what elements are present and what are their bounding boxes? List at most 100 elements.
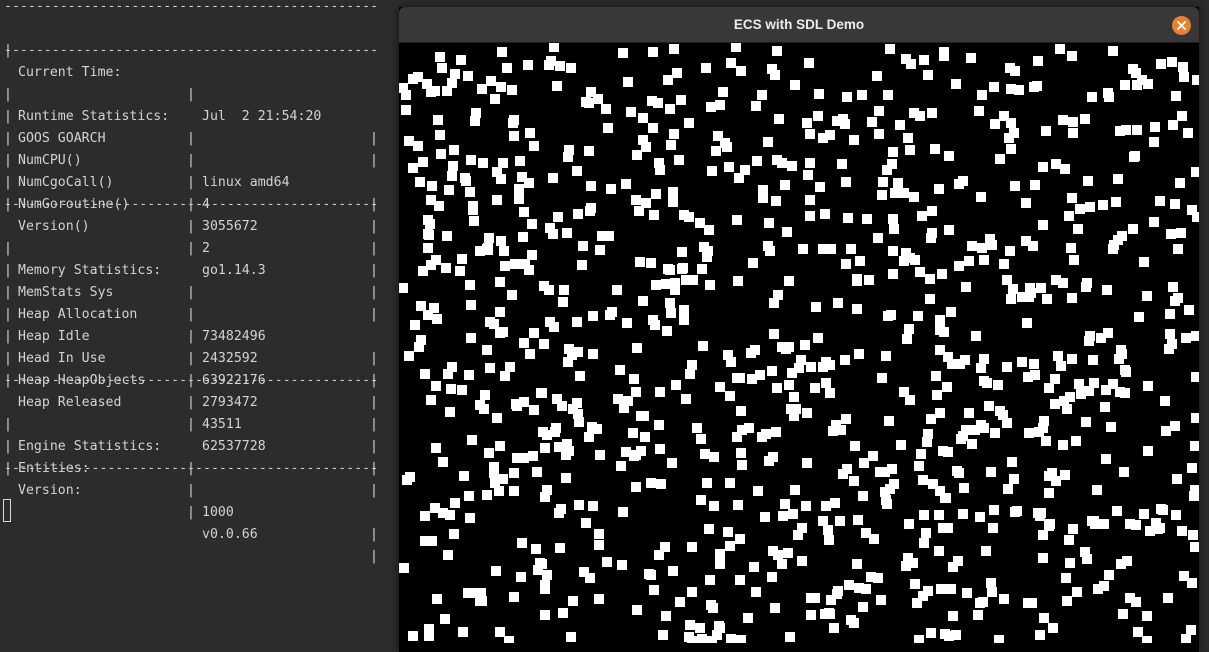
entity-square xyxy=(418,157,428,167)
entity-square xyxy=(838,469,848,479)
entity-square xyxy=(629,451,639,461)
terminal-window[interactable]: ----------------------------------------… xyxy=(0,0,392,652)
entity-square xyxy=(1119,467,1129,477)
entity-square xyxy=(466,300,476,310)
entity-square xyxy=(1183,128,1193,138)
entity-square xyxy=(780,499,790,509)
entity-square xyxy=(414,342,424,352)
entity-square xyxy=(986,578,996,588)
entity-square xyxy=(1092,485,1102,495)
entity-square xyxy=(1068,117,1078,127)
entity-square xyxy=(942,382,952,392)
entity-square xyxy=(1103,88,1113,98)
window-titlebar[interactable]: ECS with SDL Demo xyxy=(399,7,1199,43)
entity-square xyxy=(441,263,451,273)
render-canvas[interactable] xyxy=(399,43,1199,643)
entity-square xyxy=(511,399,521,409)
entity-square xyxy=(681,394,691,404)
entity-square xyxy=(1168,282,1178,292)
entity-square xyxy=(944,225,954,235)
entity-square xyxy=(436,149,446,159)
entity-square xyxy=(706,102,716,112)
entity-square xyxy=(1142,611,1152,621)
close-button[interactable] xyxy=(1172,16,1191,35)
entity-square xyxy=(553,212,563,222)
entity-square xyxy=(505,362,515,372)
entity-square xyxy=(841,259,851,269)
entity-square xyxy=(1130,151,1140,161)
entity-square xyxy=(554,442,564,452)
entity-square xyxy=(744,423,754,433)
entity-square xyxy=(904,519,914,529)
entity-square xyxy=(422,79,432,89)
stat-row: | NumCPU() | 4 | xyxy=(4,131,378,234)
entity-square xyxy=(1149,217,1159,227)
entity-square xyxy=(552,394,562,404)
entity-square xyxy=(1187,578,1197,588)
entity-square xyxy=(877,190,887,200)
entity-square xyxy=(1081,417,1091,427)
entity-square xyxy=(1108,46,1118,56)
entity-square xyxy=(880,467,890,477)
entity-square xyxy=(408,631,418,641)
entity-square xyxy=(736,635,746,643)
entity-square xyxy=(495,277,505,287)
entity-square xyxy=(518,232,528,242)
entity-square xyxy=(1058,115,1068,125)
entity-square xyxy=(852,276,862,286)
section-header-engine: | Engine Statistics: | | xyxy=(4,417,378,498)
entity-square xyxy=(700,449,710,459)
entity-square xyxy=(1009,474,1019,484)
entity-square xyxy=(450,498,460,508)
entity-square xyxy=(725,391,735,401)
entity-square xyxy=(820,209,830,219)
entity-square xyxy=(410,320,420,330)
entity-square xyxy=(743,613,753,623)
entity-square xyxy=(999,594,1009,604)
entity-square xyxy=(993,380,1003,390)
entity-square xyxy=(1006,294,1016,304)
entity-square xyxy=(919,55,929,65)
entity-square xyxy=(1087,92,1097,102)
window-title: ECS with SDL Demo xyxy=(733,17,865,32)
entity-square xyxy=(1165,309,1175,319)
entity-square xyxy=(572,166,582,176)
entity-square xyxy=(769,298,779,308)
entity-square xyxy=(399,83,408,93)
entity-square xyxy=(899,188,909,198)
entity-square xyxy=(613,394,623,404)
entity-square xyxy=(1139,257,1149,267)
entity-square xyxy=(413,141,423,151)
stat-label: Heap HeapObjects xyxy=(18,373,146,388)
entity-square xyxy=(1166,229,1176,239)
entity-square xyxy=(402,475,412,485)
entity-square xyxy=(655,387,665,397)
entity-square xyxy=(408,74,418,84)
entity-square xyxy=(495,441,505,451)
entity-square xyxy=(540,610,550,620)
close-icon xyxy=(1177,21,1186,30)
entity-square xyxy=(584,146,594,156)
entity-square xyxy=(465,280,475,290)
entity-square xyxy=(1038,530,1048,540)
entity-square xyxy=(986,467,996,477)
entity-square xyxy=(931,371,941,381)
entity-square xyxy=(934,546,944,556)
entity-square xyxy=(763,137,773,147)
entity-square xyxy=(529,141,539,151)
entity-square xyxy=(918,475,928,485)
sdl-demo-window[interactable]: ECS with SDL Demo xyxy=(399,7,1199,652)
entity-square xyxy=(858,602,868,612)
entity-square xyxy=(953,556,963,566)
entity-square xyxy=(529,405,539,415)
entity-square xyxy=(495,627,505,637)
entity-square xyxy=(888,269,898,279)
entity-square xyxy=(1132,80,1142,90)
entity-square xyxy=(574,417,584,427)
entity-square xyxy=(490,94,500,104)
entity-square xyxy=(1177,526,1187,536)
entity-square xyxy=(663,75,673,85)
entity-square xyxy=(797,523,807,533)
entity-square xyxy=(566,632,576,642)
entity-square xyxy=(442,231,452,241)
